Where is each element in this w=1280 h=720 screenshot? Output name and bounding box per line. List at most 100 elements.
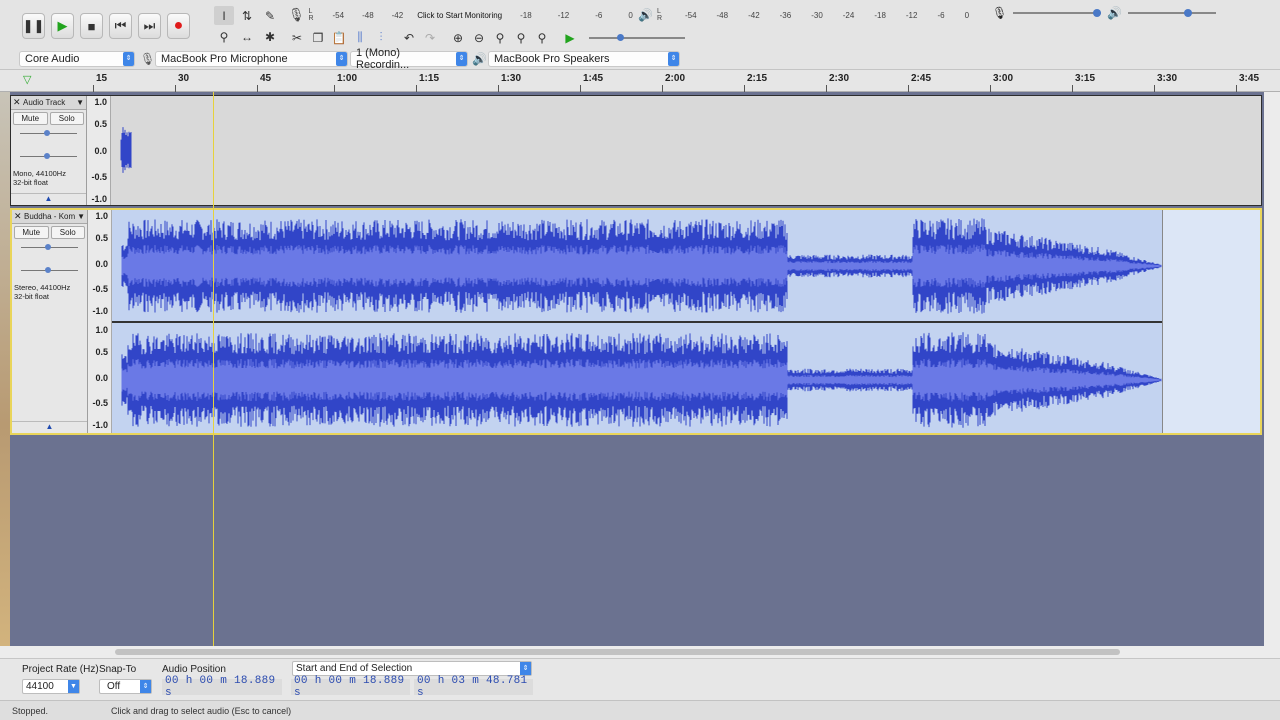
redo-button[interactable]: ↷ (420, 28, 440, 47)
scissors-icon: ✂ (291, 30, 303, 45)
toolbar-area: ❚❚ ▶ ■ ⏮ ⏭ ● I ⇅ ✎ ⚲ ↔ ✱ 🎙 LR -54 -48 -4… (0, 0, 1280, 71)
track-name-menu[interactable]: Buddha - Kom (24, 212, 77, 221)
stop-icon: ■ (87, 18, 96, 34)
close-icon[interactable]: ✕ (14, 211, 24, 222)
scrollbar-thumb[interactable] (115, 649, 1120, 655)
stop-button[interactable]: ■ (80, 13, 103, 39)
chevron-down-icon[interactable]: ▼ (76, 98, 86, 107)
pause-button[interactable]: ❚❚ (22, 13, 45, 39)
silence-button[interactable]: ⫶ (371, 28, 391, 47)
pan-slider[interactable] (21, 267, 78, 273)
audio-position-time[interactable]: 00 h 00 m 18.889 s (162, 675, 282, 699)
lr-label: LR (308, 8, 314, 22)
recording-meter[interactable]: 🎙 LR -54 -48 -42 Click to Start Monitori… (288, 6, 633, 24)
gain-slider[interactable] (20, 130, 77, 136)
project-rate-label: Project Rate (Hz) (22, 664, 99, 675)
mute-button[interactable]: Mute (13, 112, 48, 125)
solo-button[interactable]: Solo (50, 226, 85, 239)
record-button[interactable]: ● (167, 13, 190, 39)
selection-start-time[interactable]: 00 h 00 m 18.889 s (291, 675, 410, 699)
chevron-down-icon: ▼ (68, 680, 79, 693)
vertical-scrollbar[interactable] (1266, 92, 1280, 646)
collapse-icon[interactable]: ▲ (12, 421, 87, 431)
input-channels-select[interactable]: 1 (Mono) Recordin... ⇕ (350, 47, 468, 71)
meter-tick: -54 (684, 10, 697, 20)
gain-slider[interactable] (21, 244, 78, 250)
zoom-toggle-button[interactable]: ⚲ (532, 28, 552, 47)
audio-host-value: Core Audio (25, 53, 80, 65)
skip-to-end-button[interactable]: ⏭ (138, 13, 161, 39)
meter-tick: -42 (391, 10, 404, 20)
horizontal-scrollbar[interactable] (10, 646, 1264, 658)
stereo-clip[interactable] (112, 210, 1260, 433)
fit-project-button[interactable]: ⚲ (511, 28, 531, 47)
solo-button[interactable]: Solo (49, 112, 84, 125)
zoom-tool[interactable]: ⚲ (214, 27, 234, 46)
scale-label: 1.0 (94, 97, 107, 107)
skip-to-start-button[interactable]: ⏮ (109, 13, 132, 39)
scale-label: 0.0 (95, 373, 108, 383)
recording-volume-slider[interactable] (1013, 9, 1102, 17)
meter-tick: -48 (716, 10, 729, 20)
amplitude-scale[interactable]: 1.0 0.5 0.0 -0.5 -1.0 1.0 0.5 0.0 -0.5 -… (88, 210, 112, 433)
selection-tool[interactable]: I (214, 6, 234, 25)
snap-to-select[interactable]: Off ⇕ (99, 679, 152, 694)
monitoring-hint[interactable]: Click to Start Monitoring (417, 11, 502, 20)
copy-button[interactable]: ❐ (308, 28, 328, 47)
ruler-tick: 2:00 (661, 73, 686, 92)
playback-volume-slider[interactable] (1128, 9, 1217, 17)
fit-selection-button[interactable]: ⚲ (490, 28, 510, 47)
play-at-speed-button[interactable]: ▶ (560, 28, 580, 47)
audio-position-label: Audio Position (162, 664, 226, 675)
envelope-tool[interactable]: ⇅ (237, 6, 257, 25)
timeline-ruler[interactable]: ▽ 15 30 45 1:00 1:15 1:30 1:45 2:00 2:15… (0, 70, 1280, 92)
playback-meter[interactable]: 🔊 LR -54 -48 -42 -36 -30 -24 -18 -12 -6 … (638, 6, 969, 24)
cut-button[interactable]: ✂ (287, 28, 307, 47)
ruler-tick: 2:15 (743, 73, 768, 92)
undo-button[interactable]: ↶ (399, 28, 419, 47)
zoom-out-button[interactable]: ⊖ (469, 28, 489, 47)
waveform (112, 218, 1260, 428)
output-device-value: MacBook Pro Speakers (494, 53, 610, 65)
input-device-select[interactable]: MacBook Pro Microphone ⇕ (155, 51, 348, 67)
selection-toolbar: Project Rate (Hz) 44100 ▼ Snap-To Off ⇕ … (0, 658, 1280, 700)
time-shift-tool[interactable]: ↔ (237, 27, 257, 46)
trim-button[interactable]: ⫼ (350, 28, 370, 47)
audio-host-select[interactable]: Core Audio ⇕ (19, 51, 135, 67)
project-rate-select[interactable]: 44100 ▼ (22, 679, 80, 694)
collapse-icon[interactable]: ▲ (11, 193, 86, 203)
selection-mode-select[interactable]: Start and End of Selection ⇕ (292, 661, 532, 676)
scale-label: 0.5 (94, 119, 107, 129)
close-icon[interactable]: ✕ (13, 97, 23, 108)
envelope-icon: ⇅ (241, 8, 253, 23)
track-name-menu[interactable]: Audio Track (23, 98, 76, 107)
multi-tool[interactable]: ✱ (260, 27, 280, 46)
selection-end-time[interactable]: 00 h 03 m 48.781 s (414, 675, 533, 699)
ruler-tick: 1:15 (415, 73, 440, 92)
ruler-tick: 2:45 (907, 73, 932, 92)
scale-label: 0.5 (95, 233, 108, 243)
audio-track-mono[interactable]: ✕ Audio Track ▼ Mute Solo Mono, 44100Hz … (10, 95, 1262, 206)
zoom-in-button[interactable]: ⊕ (448, 28, 468, 47)
microphone-icon: 🎙 (288, 7, 305, 22)
mono-clip[interactable] (111, 96, 1261, 205)
paste-icon: 📋 (331, 30, 347, 45)
edit-toolbar: ✂ ❐ 📋 ⫼ ⫶ ↶ ↷ ⊕ ⊖ ⚲ ⚲ ⚲ ▶ (287, 28, 685, 47)
play-head-triangle-icon[interactable]: ▽ (23, 73, 31, 86)
scale-label: -0.5 (92, 398, 108, 408)
desktop-background-edge (0, 92, 10, 646)
mute-button[interactable]: Mute (14, 226, 49, 239)
chevron-updown-icon: ⇕ (336, 52, 347, 66)
pan-slider[interactable] (20, 153, 77, 159)
audio-track-stereo[interactable]: ✕ Buddha - Kom ▼ Mute Solo Stereo, 44100… (10, 208, 1262, 435)
paste-button[interactable]: 📋 (329, 28, 349, 47)
microphone-icon: 🎙 (140, 52, 156, 66)
empty-region[interactable] (1162, 210, 1260, 433)
output-device-select[interactable]: MacBook Pro Speakers ⇕ (488, 51, 680, 67)
meter-tick: -6 (937, 10, 945, 20)
amplitude-scale[interactable]: 1.0 0.5 0.0 -0.5 -1.0 (87, 96, 111, 205)
draw-tool[interactable]: ✎ (260, 6, 280, 25)
chevron-down-icon[interactable]: ▼ (77, 212, 87, 221)
play-at-speed-slider[interactable] (589, 33, 685, 41)
play-button[interactable]: ▶ (51, 13, 74, 39)
